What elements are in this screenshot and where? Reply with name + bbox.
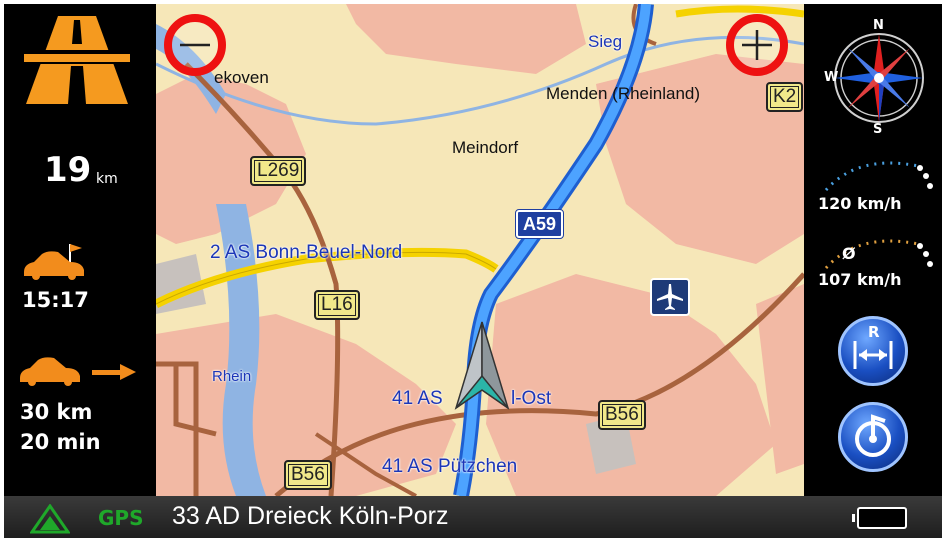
left-info-panel: 19 km 15:17 30 km 20 min xyxy=(4,4,154,496)
road-shield-b56-right: B56 xyxy=(598,400,646,430)
reroute-button[interactable]: R xyxy=(838,316,908,386)
next-instruction: 33 AD Dreieck Köln-Porz xyxy=(172,502,449,530)
average-speed-gauge-icon xyxy=(824,239,933,269)
distance-unit: km xyxy=(96,171,118,187)
compass-south-label: S xyxy=(873,122,883,137)
map-label-siegburg: Sieg xyxy=(588,32,623,51)
status-bar: GPS 33 AD Dreieck Köln-Porz xyxy=(4,496,942,538)
minus-icon xyxy=(180,43,210,47)
gps-signal-triangle-icon xyxy=(30,504,70,534)
remaining-distance: 30 km xyxy=(20,400,93,424)
compass-rose-icon xyxy=(834,33,924,123)
airport-icon xyxy=(650,278,690,316)
map-label-menden: Menden (Rheinland) xyxy=(546,84,701,103)
map-label-niederkassel: ekoven xyxy=(214,68,269,87)
gps-status-label: GPS xyxy=(98,506,144,530)
map-label-exit-41-suffix: l-Ost xyxy=(511,388,552,409)
map-label-exit-puetzchen: 41 AS Pützchen xyxy=(382,456,518,477)
road-shield-b56-left: B56 xyxy=(284,460,332,490)
right-control-panel: N S W 120 km/h Ø 107 km/h R xyxy=(806,4,942,496)
map-label-exit-41-prefix: 41 AS xyxy=(392,388,443,409)
arrival-car-flag-icon xyxy=(24,244,84,280)
distance-to-next: 19 xyxy=(44,150,92,190)
road-shield-k2: K2 xyxy=(766,82,804,112)
compass-west-label: W xyxy=(824,70,839,85)
current-speed-limit: 120 km/h xyxy=(818,194,902,213)
arrival-time: 15:17 xyxy=(22,288,89,312)
average-speed-symbol: Ø xyxy=(842,244,856,263)
map-label-exit-bonn-beuel: 2 AS Bonn-Beuel-Nord xyxy=(210,242,403,263)
map-view[interactable]: Sieg ekoven Menden (Rheinland) Meindorf … xyxy=(156,4,804,496)
map-label-rhein: Rhein xyxy=(212,368,252,385)
road-shield-l16: L16 xyxy=(314,290,360,320)
road-shield-l269: L269 xyxy=(250,156,307,186)
zoom-in-button[interactable] xyxy=(726,14,788,76)
route-overview-icon xyxy=(855,414,891,457)
reroute-arrows-icon xyxy=(853,341,893,369)
compass-north-label: N xyxy=(873,18,884,33)
compass[interactable]: N S W xyxy=(824,18,932,137)
remaining-time: 20 min xyxy=(20,430,101,454)
speed-limit-gauge-icon xyxy=(824,161,933,191)
map-label-meindorf: Meindorf xyxy=(452,138,519,157)
remaining-car-arrow-icon xyxy=(20,357,136,386)
average-speed: 107 km/h xyxy=(818,270,902,289)
plus-icon xyxy=(742,30,772,60)
highway-icon xyxy=(24,16,130,104)
vehicle-position-arrow-icon xyxy=(454,321,510,410)
road-shield-a59: A59 xyxy=(514,209,565,239)
route-overview-button[interactable] xyxy=(838,402,908,472)
zoom-out-button[interactable] xyxy=(164,14,226,76)
battery-icon xyxy=(852,507,907,529)
